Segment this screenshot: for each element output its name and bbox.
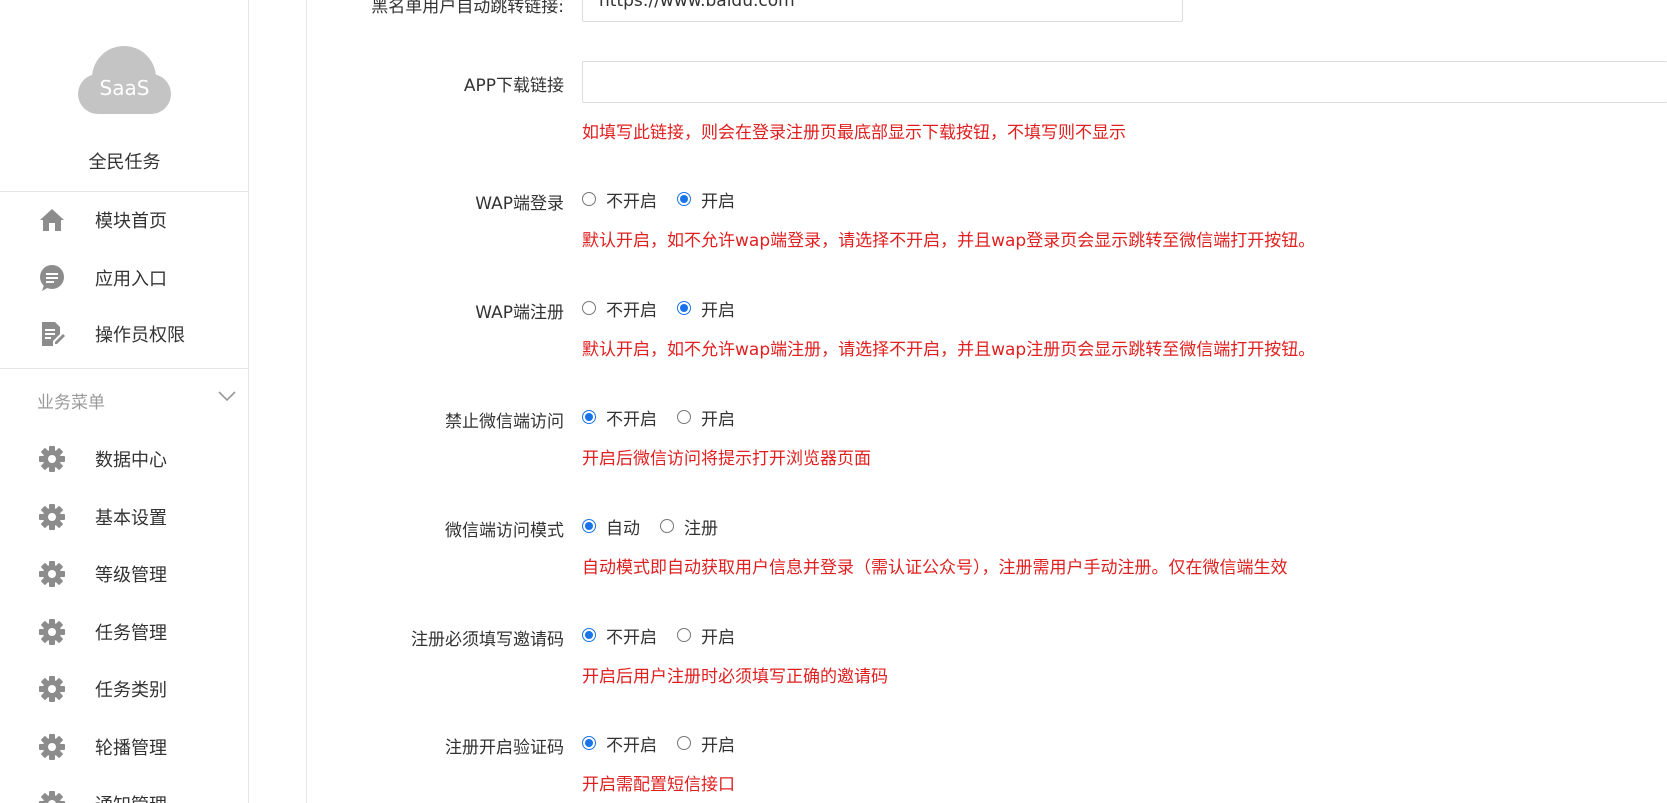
- radio-label: 开启: [701, 191, 735, 212]
- logo: SaaS: [0, 40, 249, 120]
- block-wechat-label: 禁止微信端访问: [445, 412, 564, 432]
- radio-label: 开启: [701, 300, 735, 321]
- section-label: 业务菜单: [37, 393, 105, 413]
- radio-label: 不开启: [606, 191, 657, 212]
- home-icon: [40, 209, 64, 231]
- sidebar-item-task-category[interactable]: 任务类别: [0, 667, 249, 711]
- radio-label: 不开启: [606, 627, 657, 648]
- gear-icon: [39, 446, 65, 472]
- register-captcha-hint: 开启需配置短信接口: [582, 775, 735, 795]
- divider: [0, 368, 249, 369]
- app-download-label: APP下载链接: [463, 76, 564, 96]
- radio-label: 不开启: [606, 300, 657, 321]
- invite-required-radio-on[interactable]: 开启: [677, 624, 735, 648]
- sidebar-item-app-entry[interactable]: 应用入口: [0, 256, 249, 300]
- wap-register-label: WAP端注册: [475, 303, 564, 323]
- sidebar-item-label: 通知管理: [95, 791, 167, 803]
- radio-label: 不开启: [606, 735, 657, 756]
- block-wechat-radio-off[interactable]: 不开启: [582, 406, 657, 430]
- sidebar-item-label: 模块首页: [95, 211, 167, 232]
- sidebar: SaaS 全民任务 模块首页 应用入口 操作员权限 业务菜单 数据中心 基本设置…: [0, 0, 249, 803]
- invite-required-label: 注册必须填写邀请码: [411, 630, 564, 650]
- wap-register-radio-on[interactable]: 开启: [677, 297, 735, 321]
- radio-dot: [582, 519, 596, 533]
- invite-required-radio-off[interactable]: 不开启: [582, 624, 657, 648]
- gear-icon: [39, 791, 65, 803]
- app-download-hint: 如填写此链接，则会在登录注册页最底部显示下载按钮，不填写则不显示: [582, 123, 1126, 143]
- radio-dot: [582, 301, 596, 315]
- sidebar-item-carousel-management[interactable]: 轮播管理: [0, 725, 249, 769]
- invite-required-hint: 开启后用户注册时必须填写正确的邀请码: [582, 667, 888, 687]
- wechat-mode-radio-auto[interactable]: 自动: [582, 515, 640, 539]
- register-captcha-radio-on[interactable]: 开启: [677, 732, 735, 756]
- radio-dot: [677, 410, 691, 424]
- blacklist-redirect-input[interactable]: [582, 0, 1183, 22]
- block-wechat-radio-on[interactable]: 开启: [677, 406, 735, 430]
- gear-icon: [39, 504, 65, 530]
- app-download-input[interactable]: [582, 61, 1667, 103]
- sidebar-item-basic-settings[interactable]: 基本设置: [0, 495, 249, 539]
- wap-login-hint: 默认开启，如不允许wap端登录，请选择不开启，并且wap登录页会显示跳转至微信端…: [582, 231, 1316, 251]
- app-name: 全民任务: [88, 152, 161, 173]
- chat-bubble-icon: [40, 265, 64, 291]
- document-edit-icon: [42, 322, 65, 346]
- sidebar-item-operator-permissions[interactable]: 操作员权限: [0, 312, 249, 356]
- radio-dot: [677, 736, 691, 750]
- wap-login-label: WAP端登录: [475, 194, 564, 214]
- main-gutter: [306, 0, 307, 803]
- sidebar-item-module-home[interactable]: 模块首页: [0, 198, 249, 242]
- sidebar-item-label: 操作员权限: [95, 325, 185, 346]
- radio-dot: [677, 301, 691, 315]
- chevron-down-icon: [218, 391, 236, 402]
- register-captcha-label: 注册开启验证码: [445, 738, 564, 758]
- gear-icon: [39, 561, 65, 587]
- wap-login-radio-on[interactable]: 开启: [677, 188, 735, 212]
- radio-label: 不开启: [606, 409, 657, 430]
- sidebar-item-notification-management[interactable]: 通知管理: [0, 782, 249, 803]
- register-captcha-radio-off[interactable]: 不开启: [582, 732, 657, 756]
- block-wechat-hint: 开启后微信访问将提示打开浏览器页面: [582, 449, 871, 469]
- radio-dot: [582, 628, 596, 642]
- gear-icon: [39, 734, 65, 760]
- sidebar-item-label: 应用入口: [95, 269, 167, 290]
- sidebar-item-label: 等级管理: [95, 565, 167, 586]
- sidebar-item-label: 基本设置: [95, 508, 167, 529]
- blacklist-redirect-label: 黑名单用户自动跳转链接:: [371, 0, 564, 17]
- sidebar-item-label: 数据中心: [95, 450, 167, 471]
- radio-dot: [582, 192, 596, 206]
- wap-register-radio-off[interactable]: 不开启: [582, 297, 657, 321]
- gear-icon: [39, 619, 65, 645]
- radio-label: 自动: [606, 518, 640, 539]
- sidebar-item-task-management[interactable]: 任务管理: [0, 610, 249, 654]
- wechat-mode-hint: 自动模式即自动获取用户信息并登录（需认证公众号），注册需用户手动注册。仅在微信端…: [582, 558, 1288, 578]
- sidebar-item-label: 任务管理: [95, 623, 167, 644]
- radio-dot: [660, 519, 674, 533]
- radio-dot: [582, 736, 596, 750]
- sidebar-item-label: 任务类别: [95, 680, 167, 701]
- radio-label: 开启: [701, 627, 735, 648]
- wap-login-radio-off[interactable]: 不开启: [582, 188, 657, 212]
- wechat-mode-label: 微信端访问模式: [445, 521, 564, 541]
- radio-dot: [677, 628, 691, 642]
- radio-label: 开启: [701, 409, 735, 430]
- logo-text: SaaS: [99, 76, 150, 100]
- radio-label: 开启: [701, 735, 735, 756]
- radio-dot: [582, 410, 596, 424]
- wechat-mode-radio-register[interactable]: 注册: [660, 515, 718, 539]
- radio-label: 注册: [684, 518, 718, 539]
- sidebar-item-label: 轮播管理: [95, 738, 167, 759]
- gear-icon: [39, 676, 65, 702]
- wap-register-hint: 默认开启，如不允许wap端注册，请选择不开启，并且wap注册页会显示跳转至微信端…: [582, 340, 1316, 360]
- divider: [0, 191, 249, 192]
- business-menu-toggle[interactable]: 业务菜单: [0, 378, 249, 418]
- sidebar-item-data-center[interactable]: 数据中心: [0, 437, 249, 481]
- sidebar-item-level-management[interactable]: 等级管理: [0, 552, 249, 596]
- radio-dot: [677, 192, 691, 206]
